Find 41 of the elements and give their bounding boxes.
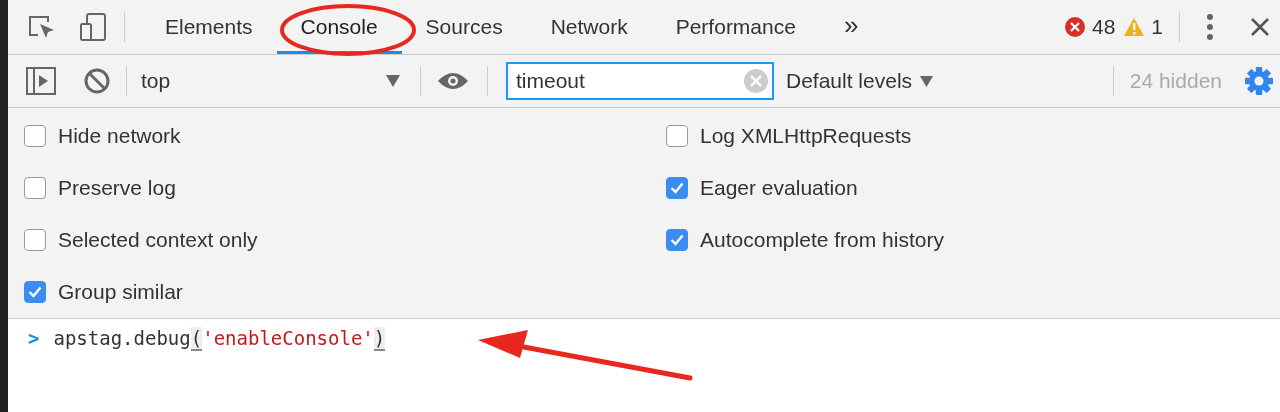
prompt-icon: > [28,327,40,349]
check-icon [670,234,684,246]
more-options-icon[interactable] [1206,12,1214,42]
checkbox[interactable] [24,125,46,147]
checkbox-option[interactable]: Log XMLHttpRequests [666,124,912,148]
tab[interactable]: Sources [401,0,527,54]
checkbox[interactable] [666,229,688,251]
checkbox[interactable] [24,177,46,199]
console-input[interactable]: apstag.debug('enableConsole') [53,327,386,349]
settings-icon[interactable] [1244,66,1274,96]
close-icon[interactable] [1250,17,1270,37]
clear-console-icon[interactable] [84,68,110,94]
checkbox-option[interactable]: Hide network [24,124,181,148]
check-icon [670,182,684,194]
filter-field[interactable]: timeout [506,62,774,100]
error-count: 48 [1091,15,1116,39]
more-tabs-button[interactable]: » [819,0,883,54]
caret-icon [386,75,400,87]
hidden-count: 24 hidden [1129,69,1222,93]
error-icon [1063,16,1086,38]
tab[interactable]: Elements [141,0,277,54]
checkbox[interactable] [24,229,46,251]
checkbox[interactable] [666,125,688,147]
check-icon [28,286,42,298]
checkbox-option[interactable]: Selected context only [24,228,258,252]
checkbox-option[interactable]: Preserve log [24,176,176,200]
warning-icon [1123,17,1146,37]
sidebar-toggle-icon[interactable] [26,67,56,95]
device-icon[interactable] [78,12,108,42]
checkbox[interactable] [24,281,46,303]
tab[interactable]: Performance [651,0,820,54]
warning-count: 1 [1151,15,1163,39]
checkbox-option[interactable]: Autocomplete from history [666,228,944,252]
tab[interactable]: Network [526,0,652,54]
context-dropdown[interactable]: top [141,61,406,101]
log-levels-dropdown[interactable]: Default levels [780,68,940,94]
checkbox-option[interactable]: Eager evaluation [666,176,858,200]
checkbox[interactable] [666,177,688,199]
eye-icon[interactable] [437,71,469,91]
caret-icon [920,75,934,87]
checkbox-option[interactable]: Group similar [24,280,183,304]
